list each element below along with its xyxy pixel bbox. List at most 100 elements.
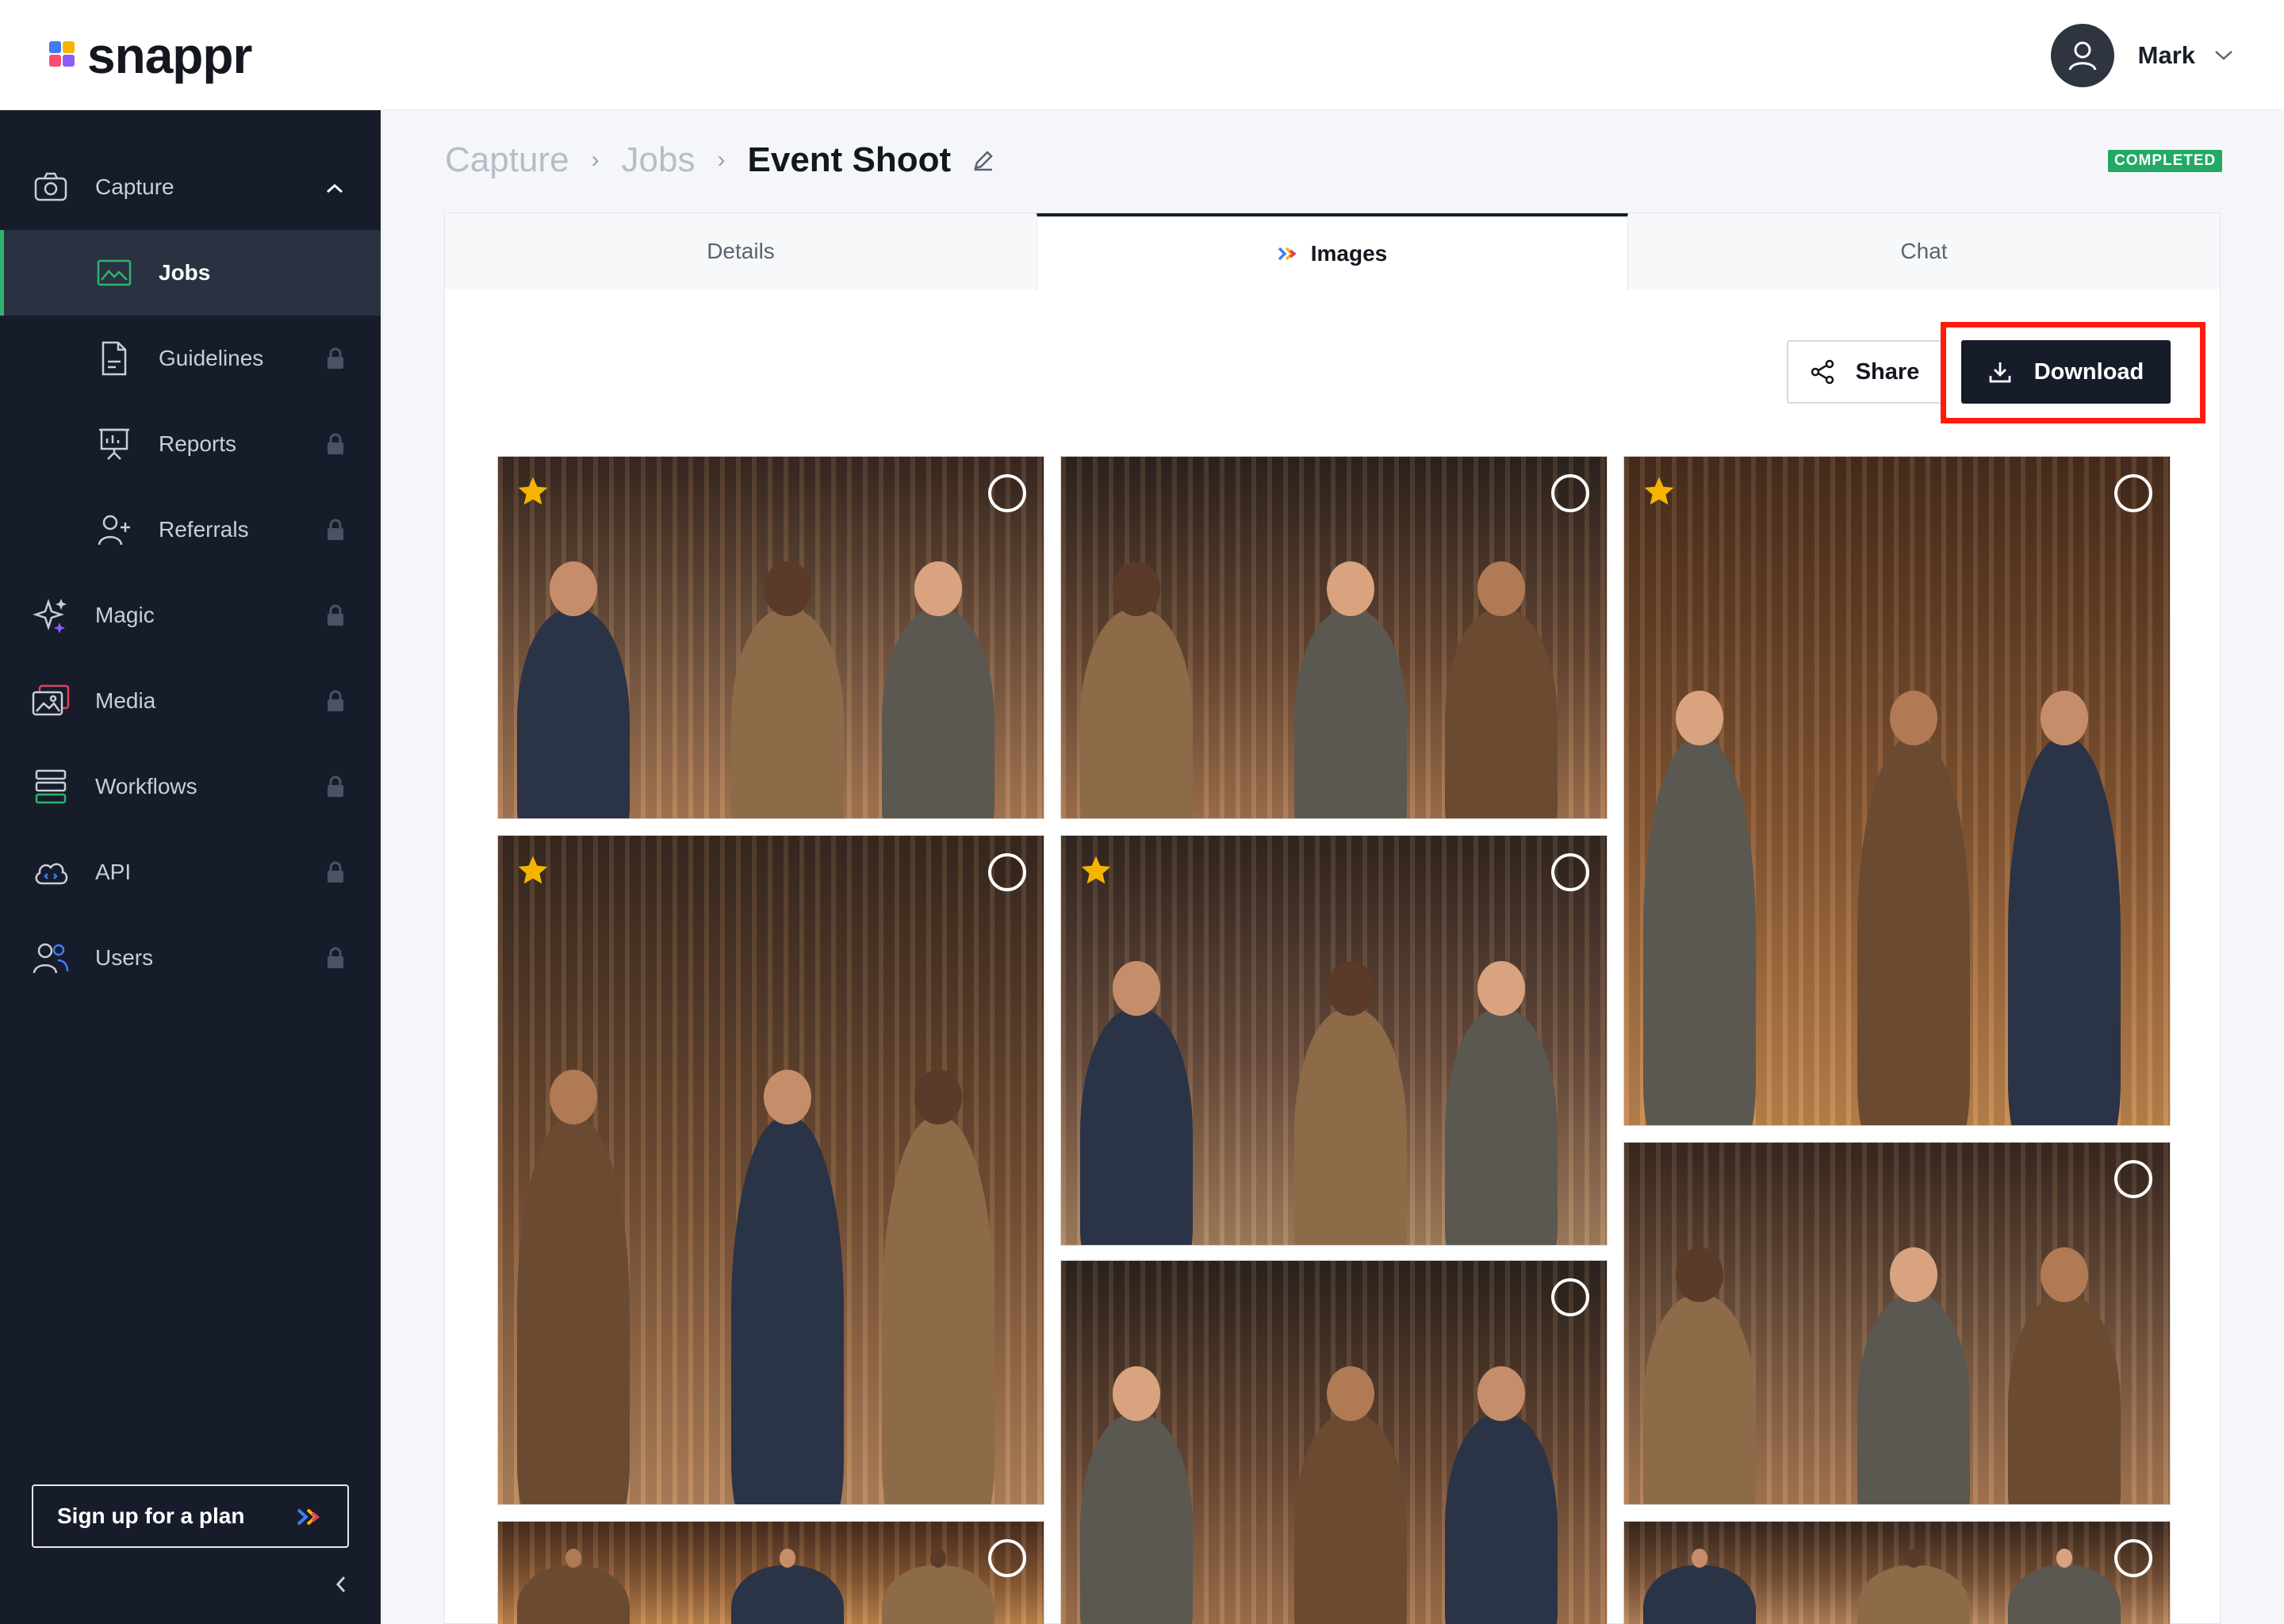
star-icon[interactable] (1079, 853, 1113, 892)
gallery-image[interactable] (1060, 1260, 1608, 1624)
person-figure (1444, 1414, 1558, 1624)
lock-icon (325, 432, 346, 456)
chevron-right-icon: › (717, 147, 726, 173)
select-checkbox[interactable] (2114, 474, 2152, 512)
gallery-image[interactable] (1623, 456, 2171, 1126)
person-figure (730, 609, 845, 818)
sparkle-icon (32, 596, 70, 634)
user-name[interactable]: Mark (2138, 41, 2195, 70)
sidebar-item-capture[interactable]: Capture (0, 144, 381, 230)
sidebar-item-label: Capture (95, 174, 174, 199)
person-head (1113, 1366, 1160, 1422)
sidebar-item-media[interactable]: Media (0, 658, 381, 744)
breadcrumb-capture[interactable]: Capture (445, 140, 569, 180)
select-checkbox[interactable] (1551, 853, 1589, 891)
gallery-image[interactable] (497, 835, 1044, 1505)
person-figure (1293, 1414, 1408, 1624)
select-checkbox[interactable] (2114, 1160, 2152, 1198)
gallery-image[interactable] (1623, 1521, 2171, 1624)
avatar[interactable] (2050, 24, 2114, 87)
sidebar-item-reports[interactable]: Reports (0, 401, 381, 487)
star-icon[interactable] (1642, 474, 1677, 513)
user-menu[interactable]: Mark (2050, 24, 2233, 87)
select-checkbox[interactable] (988, 1539, 1026, 1577)
person-figure (1642, 1295, 1757, 1504)
lock-icon (325, 946, 346, 970)
gallery-image[interactable] (497, 1521, 1044, 1624)
tab-label: Chat (1900, 239, 1948, 263)
sidebar: Capture Jobs Guidelines Reports Referral… (0, 110, 381, 1624)
sidebar-item-label: API (95, 860, 132, 884)
tab-bar: Details Images Chat (445, 213, 2220, 290)
person-head (1676, 691, 1723, 745)
sidebar-item-label: Users (95, 945, 154, 970)
select-checkbox[interactable] (1551, 474, 1589, 512)
person-figure (1857, 737, 1971, 1125)
gallery-image[interactable] (1060, 835, 1608, 1246)
share-button[interactable]: Share (1787, 340, 1942, 404)
person-head (550, 1070, 597, 1124)
snappr-arrows-icon (1278, 246, 1298, 262)
logo-wordmark: snappr (87, 27, 252, 84)
select-checkbox[interactable] (988, 474, 1026, 512)
lock-icon (325, 860, 346, 884)
lock-icon (325, 603, 346, 627)
person-head (914, 561, 962, 617)
gallery-icon (32, 682, 70, 720)
person-head (2041, 1247, 2088, 1303)
status-badge: COMPLETED (2108, 150, 2223, 172)
sidebar-item-guidelines[interactable]: Guidelines (0, 316, 381, 401)
select-checkbox[interactable] (2114, 1539, 2152, 1577)
sidebar-item-label: Referrals (159, 517, 249, 542)
gallery-image[interactable] (497, 456, 1044, 819)
sidebar-item-referrals[interactable]: Referrals (0, 487, 381, 573)
person-head (764, 561, 811, 617)
person-head (764, 1070, 811, 1124)
camera-icon (32, 168, 70, 206)
person-head (914, 1070, 962, 1124)
gallery-image[interactable] (1060, 456, 1608, 819)
person-figure (516, 1116, 630, 1504)
sidebar-item-label: Jobs (159, 260, 211, 285)
person-figure (1293, 1008, 1408, 1245)
collapse-sidebar-button[interactable] (333, 1574, 349, 1599)
top-bar: snappr Mark (0, 0, 2284, 110)
lock-icon (325, 689, 346, 713)
tab-details[interactable]: Details (445, 213, 1037, 289)
sidebar-item-magic[interactable]: Magic (0, 573, 381, 658)
select-checkbox[interactable] (1551, 1278, 1589, 1316)
stack-icon (32, 768, 70, 806)
person-figure (1293, 609, 1408, 818)
signup-plan-button[interactable]: Sign up for a plan (32, 1484, 349, 1548)
gallery-image[interactable] (1623, 1142, 2171, 1505)
sidebar-item-label: Workflows (95, 774, 197, 799)
edit-pencil-icon[interactable] (971, 148, 995, 172)
person-figure (1079, 1414, 1194, 1624)
star-icon[interactable] (515, 474, 550, 513)
chevron-down-icon[interactable] (2214, 50, 2233, 61)
person-figure (2007, 1295, 2121, 1504)
tab-images[interactable]: Images (1037, 213, 1628, 290)
person-figure (1642, 737, 1757, 1125)
star-icon[interactable] (515, 853, 550, 892)
select-checkbox[interactable] (988, 853, 1026, 891)
person-head (1676, 1247, 1723, 1303)
sidebar-item-jobs[interactable]: Jobs (0, 230, 381, 316)
chevron-up-icon[interactable] (325, 175, 346, 199)
download-highlight-box (1941, 322, 2205, 423)
person-head (1890, 691, 1937, 745)
person-figure (516, 609, 630, 818)
sidebar-item-workflows[interactable]: Workflows (0, 744, 381, 829)
sidebar-item-users[interactable]: Users (0, 915, 381, 1001)
snappr-logo[interactable]: snappr (49, 27, 252, 84)
document-icon (95, 339, 133, 377)
person-head (1327, 960, 1374, 1016)
person-head (1477, 1366, 1525, 1422)
sidebar-item-api[interactable]: API (0, 829, 381, 915)
page-title: Event Shoot (747, 140, 952, 179)
image-icon (95, 254, 133, 292)
snappr-arrows-icon (297, 1507, 322, 1533)
job-card: Details Images Chat Share Download (444, 213, 2221, 1624)
breadcrumb-jobs[interactable]: Jobs (622, 140, 696, 180)
tab-chat[interactable]: Chat (1628, 213, 2220, 289)
